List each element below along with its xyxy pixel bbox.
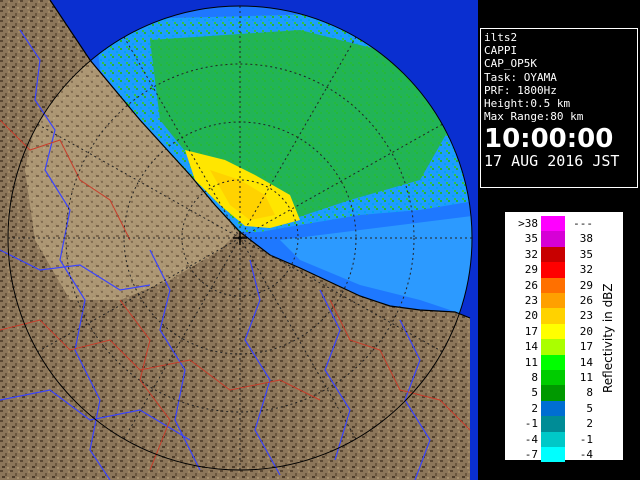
legend-swatch xyxy=(541,323,565,340)
legend-high-value: -1 xyxy=(579,432,593,446)
legend-high-value: 2 xyxy=(586,417,593,431)
legend-row: 17 20 xyxy=(505,323,605,340)
legend-row: 8 11 xyxy=(505,370,605,386)
legend-low-value: 8 xyxy=(531,371,538,384)
legend-row: 11 14 xyxy=(505,354,605,370)
legend-row: 26 29 xyxy=(505,277,605,293)
legend-low-value: 32 xyxy=(524,247,538,261)
radar-name: ilts2 xyxy=(484,31,518,44)
legend-row: -7 -4 xyxy=(505,447,605,463)
max-range-value: Max Range:80 km xyxy=(484,110,584,124)
legend-row: -1 2 xyxy=(505,416,605,432)
legend-swatch xyxy=(541,246,565,263)
product-type: CAPPI xyxy=(484,44,518,58)
legend-row: 23 26 xyxy=(505,293,605,309)
legend-low-value: -1 xyxy=(524,417,538,431)
legend-low-value: >38 xyxy=(518,217,538,230)
legend-high-value: 23 xyxy=(579,309,593,323)
legend-high-value: 11 xyxy=(579,371,593,384)
legend-swatch xyxy=(541,385,565,401)
legend-low-value: -7 xyxy=(524,448,538,461)
observation-time: 10:00:00 xyxy=(484,124,614,155)
legend-high-value: -4 xyxy=(579,448,593,461)
prf-value: PRF: 1800Hz xyxy=(484,83,557,97)
legend-swatch xyxy=(541,416,565,432)
legend-swatch xyxy=(541,231,565,247)
legend-high-value: 38 xyxy=(579,232,593,246)
legend-high-value: 8 xyxy=(586,386,593,400)
legend-swatch xyxy=(541,262,565,278)
legend-row: 14 17 xyxy=(505,339,605,355)
legend-high-value: 5 xyxy=(586,401,593,415)
legend-row: 58 xyxy=(505,385,605,401)
legend-low-value: 35 xyxy=(524,232,538,246)
legend-high-value: 20 xyxy=(579,324,593,338)
legend-low-value: 14 xyxy=(524,340,538,354)
legend-row: >38 --- xyxy=(505,216,605,232)
legend-low-value: -4 xyxy=(524,432,538,446)
legend-swatch xyxy=(541,308,565,324)
legend-high-value: 35 xyxy=(579,247,593,261)
legend-swatch xyxy=(541,216,565,232)
legend-row: 29 32 xyxy=(505,262,605,278)
legend-swatch xyxy=(541,277,565,293)
legend-row: 35 38 xyxy=(505,231,605,247)
legend-low-value: 26 xyxy=(524,278,538,292)
legend-row: 25 xyxy=(505,400,605,417)
legend-high-value: 14 xyxy=(579,355,593,369)
legend-swatch xyxy=(541,431,565,447)
legend-high-value: 29 xyxy=(579,278,593,292)
legend-swatch xyxy=(541,400,565,417)
color-legend: >38 --- 35 38 32 35 29 32 26 29 23 26 20 23 17 20 14 17 11… xyxy=(503,210,625,463)
legend-low-value: 17 xyxy=(524,324,538,338)
legend-row: -4 -1 xyxy=(505,431,605,447)
product-code: CAP_OP5K xyxy=(484,57,537,71)
observation-date: 17 AUG 2016 JST xyxy=(484,152,620,171)
legend-low-value: 29 xyxy=(524,263,538,277)
legend-low-value: 23 xyxy=(524,294,538,307)
legend-high-value: 17 xyxy=(579,340,593,354)
legend-low-value: 2 xyxy=(531,401,538,415)
legend-row: 32 35 xyxy=(505,246,605,263)
legend-low-value: 5 xyxy=(531,386,538,400)
legend-swatch xyxy=(541,354,565,370)
legend-swatch xyxy=(541,339,565,355)
info-panel: ilts2 CAPPI CAP_OP5K Task: OYAMA PRF: 18… xyxy=(480,28,638,188)
legend-high-value: --- xyxy=(573,217,593,230)
legend-high-value: 32 xyxy=(579,263,593,277)
legend-row: 20 23 xyxy=(505,308,605,324)
legend-swatch xyxy=(541,447,565,463)
legend-swatch xyxy=(541,370,565,386)
legend-high-value: 26 xyxy=(579,294,593,307)
height-value: Height:0.5 km xyxy=(484,97,571,111)
legend-low-value: 20 xyxy=(524,309,538,323)
legend-swatch xyxy=(541,293,565,309)
legend-low-value: 11 xyxy=(524,355,538,369)
legend-title: Reflectivity in dBZ xyxy=(601,283,615,393)
task-name: Task: OYAMA xyxy=(484,70,557,84)
